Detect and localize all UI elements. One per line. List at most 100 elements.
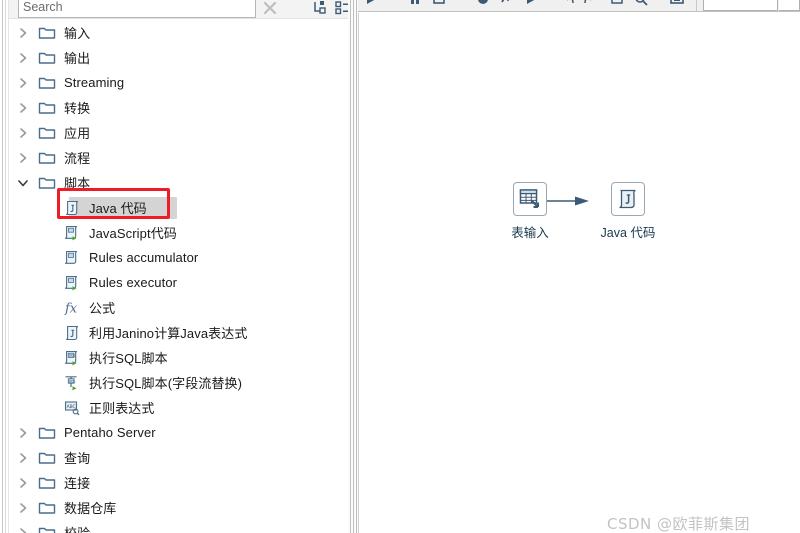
folder-icon	[37, 123, 57, 143]
tree-item-streaming[interactable]: Streaming	[9, 70, 348, 95]
tree-item-label: 输出	[64, 51, 91, 66]
panel-border-inner	[5, 0, 6, 533]
tree-item-label: Rules executor	[89, 275, 178, 290]
tree-item-label: 执行SQL脚本(字段流替换)	[89, 376, 243, 391]
tree-item-label: 流程	[64, 151, 91, 166]
tree-item-rules-executor[interactable]: Rules executor	[9, 270, 348, 295]
svg-text:SQL: SQL	[69, 379, 76, 383]
tree-item-label: Streaming	[64, 75, 125, 90]
tree-item-应用[interactable]: 应用	[9, 120, 348, 145]
zoom-level-dropdown-button[interactable]	[779, 0, 800, 11]
transformation-editor: 表输入 Java 代码 CSDN @欧菲斯集团	[358, 0, 800, 533]
chevron-right-icon[interactable]	[9, 102, 37, 114]
rules-run-icon	[62, 273, 82, 293]
tree-item-执行sql脚本(字段流替换)[interactable]: SQL 执行SQL脚本(字段流替换)	[9, 370, 348, 395]
panel-splitter[interactable]	[348, 0, 358, 533]
tree-item-连接[interactable]: 连接	[9, 470, 348, 495]
table-input-icon	[513, 182, 547, 216]
debug-icon[interactable]	[496, 0, 518, 10]
transformation-canvas[interactable]: 表输入 Java 代码 CSDN @欧菲斯集团	[358, 13, 800, 533]
folder-icon	[37, 448, 57, 468]
canvas-node-label: 表输入	[511, 226, 549, 240]
tree-item-label: 公式	[89, 301, 116, 316]
tree-item-流程[interactable]: 流程	[9, 145, 348, 170]
tree-item-label: 转换	[64, 101, 91, 116]
tree-item-label: 应用	[64, 126, 91, 141]
tree-item-输出[interactable]: 输出	[9, 45, 348, 70]
zoom-icon[interactable]	[630, 0, 652, 10]
tree-item-label: Rules accumulator	[89, 250, 199, 265]
redo-icon[interactable]	[578, 0, 600, 10]
tree-item-rules-accumulator[interactable]: Rules accumulator	[9, 245, 348, 270]
canvas-node-java-code[interactable]: Java 代码	[596, 182, 660, 241]
svg-text:SQL: SQL	[69, 353, 76, 357]
java-scroll-icon	[62, 323, 82, 343]
canvas-node-label: Java 代码	[600, 226, 656, 240]
chevron-right-icon[interactable]	[9, 452, 37, 464]
chevron-right-icon[interactable]	[9, 52, 37, 64]
zoom-level-combo[interactable]	[703, 0, 778, 11]
folder-icon	[37, 23, 57, 43]
tree-item-pentaho-server[interactable]: Pentaho Server	[9, 420, 348, 445]
chevron-right-icon[interactable]	[9, 527, 37, 533]
tree-item-label: 输入	[64, 26, 91, 41]
chevron-down-icon[interactable]	[9, 177, 37, 189]
tree-item-label: 校验	[64, 523, 90, 533]
chevron-right-icon[interactable]	[9, 27, 37, 39]
svg-text:fx: fx	[64, 301, 78, 316]
tree-item-正则表达式[interactable]: ABC 正则表达式	[9, 395, 348, 420]
tree-item-公式[interactable]: fx 公式	[9, 295, 348, 320]
chevron-right-icon[interactable]	[9, 502, 37, 514]
sql-run-icon: SQL	[62, 348, 82, 368]
tree-item-javascript代码[interactable]: JavaScript代码	[9, 220, 348, 245]
stop-icon[interactable]	[428, 0, 450, 10]
tree-item-输入[interactable]: 输入	[9, 20, 348, 45]
tree-item-label: 连接	[64, 476, 91, 491]
search-input[interactable]	[18, 0, 256, 18]
tree-item-转换[interactable]: 转换	[9, 95, 348, 120]
tree-item-查询[interactable]: 查询	[9, 445, 348, 470]
replay-icon[interactable]	[520, 0, 542, 10]
steps-tree-panel: 输入 输出 Streaming 转换 应用 流程 脚本 Java 代码 Java…	[0, 0, 348, 533]
chevron-right-icon[interactable]	[9, 477, 37, 489]
script-run-icon	[62, 223, 82, 243]
pause-icon[interactable]	[404, 0, 426, 10]
tree-item-数据仓库[interactable]: 数据仓库	[9, 495, 348, 520]
collapse-tree-icon[interactable]	[311, 0, 329, 17]
splitter-line	[356, 0, 357, 533]
watermark-text: CSDN @欧菲斯集团	[607, 515, 751, 533]
tree-item-脚本[interactable]: 脚本	[9, 170, 348, 195]
window-border-left	[2, 0, 3, 533]
chevron-right-icon[interactable]	[9, 77, 37, 89]
undo-icon[interactable]	[558, 0, 580, 10]
close-x-icon[interactable]	[259, 0, 281, 17]
chevron-right-icon[interactable]	[9, 427, 37, 439]
regex-abc-icon: ABC	[62, 398, 82, 418]
preview-icon[interactable]	[472, 0, 494, 10]
tree-item-java-代码[interactable]: Java 代码	[9, 195, 348, 220]
rules-icon	[62, 248, 82, 268]
formula-fx-icon: fx	[62, 298, 82, 318]
tree-item-利用janino计算java表达式[interactable]: 利用Janino计算Java表达式	[9, 320, 348, 345]
chevron-right-icon[interactable]	[9, 152, 37, 164]
toolbar-separator	[696, 0, 697, 11]
chevron-right-icon[interactable]	[9, 127, 37, 139]
tree-item-校验[interactable]: 校验	[9, 520, 348, 533]
folder-icon	[37, 148, 57, 168]
folder-icon	[37, 173, 57, 193]
folder-icon	[37, 498, 57, 518]
run-icon[interactable]	[360, 0, 382, 10]
screenshot-icon[interactable]	[666, 0, 688, 10]
canvas-node-table-input[interactable]: 表输入	[498, 182, 562, 241]
tree-item-label: 脚本	[64, 176, 91, 191]
tree-item-执行sql脚本[interactable]: SQL 执行SQL脚本	[9, 345, 348, 370]
kettle-spoon-window: 输入 输出 Streaming 转换 应用 流程 脚本 Java 代码 Java…	[0, 0, 800, 533]
grid-icon[interactable]	[606, 0, 628, 10]
tree-item-label: Pentaho Server	[64, 425, 156, 440]
search-toolbar	[9, 0, 348, 19]
folder-icon	[37, 98, 57, 118]
tree-item-label: Java 代码	[89, 201, 147, 216]
steps-tree[interactable]: 输入 输出 Streaming 转换 应用 流程 脚本 Java 代码 Java…	[9, 20, 348, 533]
canvas-toolbar[interactable]	[358, 0, 800, 12]
folder-icon	[37, 48, 57, 68]
